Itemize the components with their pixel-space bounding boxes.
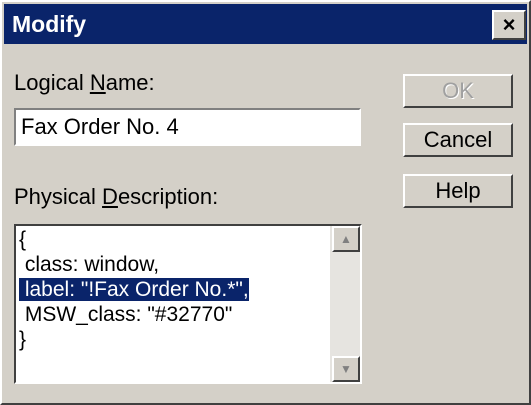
physical-description-label: Physical Description: [14, 184, 219, 209]
ok-button[interactable]: OK [403, 74, 513, 108]
logical-name-input[interactable]: Fax Order No. 4 [14, 108, 361, 146]
description-line: class: window, [19, 253, 160, 276]
arrow-up-icon: ▲ [340, 232, 352, 246]
description-line: label: "!Fax Order No.*", [19, 278, 249, 301]
description-text: { class: window, label: "!Fax Order No.*… [19, 227, 249, 352]
close-button[interactable]: × [492, 10, 526, 40]
modify-dialog: Modify × Logical Name: Fax Order No. 4 P… [0, 0, 531, 405]
description-line: } [19, 328, 27, 351]
scroll-up-button[interactable]: ▲ [332, 226, 360, 252]
arrow-down-icon: ▼ [340, 362, 352, 376]
cancel-button[interactable]: Cancel [403, 123, 513, 157]
close-icon: × [502, 12, 516, 37]
logical-name-label: Logical Name: [14, 70, 155, 95]
vertical-scrollbar[interactable]: ▲ ▼ [330, 226, 360, 382]
physical-description-textarea[interactable]: { class: window, label: "!Fax Order No.*… [14, 224, 362, 384]
help-button[interactable]: Help [403, 174, 513, 208]
scroll-down-button[interactable]: ▼ [332, 356, 360, 382]
description-line: MSW_class: "#32770" [19, 303, 233, 326]
title-bar: Modify × [4, 4, 527, 44]
window-title: Modify [12, 11, 87, 37]
description-line: { [19, 228, 27, 251]
